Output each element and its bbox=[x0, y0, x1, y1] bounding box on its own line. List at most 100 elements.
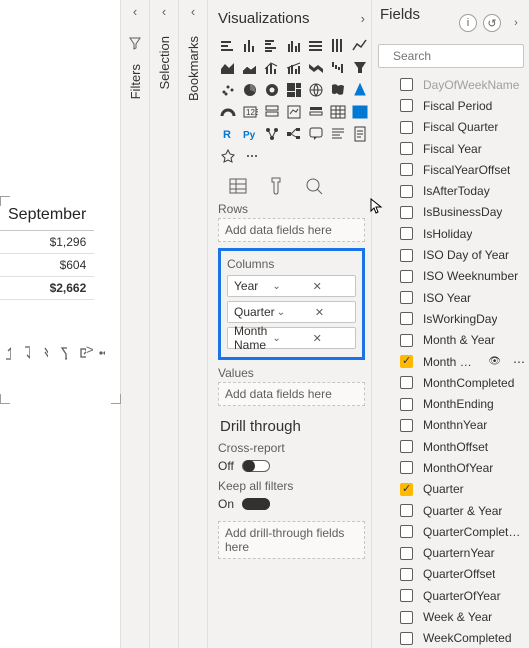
field-checkbox[interactable] bbox=[400, 568, 413, 581]
field-row[interactable]: FiscalYearOffset bbox=[372, 159, 529, 180]
column-header-month[interactable]: September bbox=[0, 200, 94, 230]
filter-icon[interactable] bbox=[60, 346, 67, 360]
field-row[interactable]: Fiscal Quarter bbox=[372, 117, 529, 138]
remove-icon[interactable]: ✕ bbox=[313, 306, 351, 319]
drill-through-well[interactable]: Add drill-through fields here bbox=[218, 521, 365, 559]
chevron-down-icon[interactable]: ⌄ bbox=[270, 281, 310, 292]
field-checkbox[interactable] bbox=[400, 312, 413, 325]
ribbon-chart-icon[interactable] bbox=[306, 58, 326, 78]
field-row[interactable]: ISO Year bbox=[372, 287, 529, 308]
hundred-stacked-column-icon[interactable] bbox=[328, 36, 348, 56]
chevron-down-icon[interactable]: ⌄ bbox=[275, 307, 313, 318]
field-row[interactable]: IsHoliday bbox=[372, 223, 529, 244]
field-row[interactable]: IsBusinessDay bbox=[372, 202, 529, 223]
field-checkbox[interactable] bbox=[400, 398, 413, 411]
field-checkbox[interactable] bbox=[400, 185, 413, 198]
table-row[interactable]: $604 bbox=[0, 254, 94, 277]
field-checkbox[interactable] bbox=[400, 163, 413, 176]
field-checkbox[interactable] bbox=[400, 206, 413, 219]
history-icon[interactable]: ↺ bbox=[483, 14, 501, 32]
chevron-right-icon[interactable]: › bbox=[361, 11, 365, 26]
more-icon[interactable]: ⋯ bbox=[513, 355, 525, 369]
field-checkbox[interactable] bbox=[400, 355, 413, 368]
rows-well[interactable]: Add data fields here bbox=[218, 218, 365, 242]
donut-icon[interactable] bbox=[262, 80, 282, 100]
field-row[interactable]: Fiscal Year bbox=[372, 138, 529, 159]
more-icon[interactable] bbox=[98, 346, 105, 360]
line-stacked-column-icon[interactable] bbox=[262, 58, 282, 78]
field-checkbox[interactable] bbox=[400, 376, 413, 389]
stacked-bar-icon[interactable] bbox=[218, 36, 238, 56]
multi-row-card-icon[interactable] bbox=[262, 102, 282, 122]
field-checkbox[interactable] bbox=[400, 78, 413, 91]
clustered-bar-icon[interactable] bbox=[262, 36, 282, 56]
field-checkbox[interactable] bbox=[400, 483, 413, 496]
field-checkbox[interactable] bbox=[400, 632, 413, 645]
field-row[interactable]: QuarterOffset bbox=[372, 564, 529, 585]
focus-icon[interactable] bbox=[79, 346, 86, 360]
field-row[interactable]: QuarterComplet… bbox=[372, 521, 529, 542]
field-row[interactable]: MonthCompleted bbox=[372, 372, 529, 393]
table-row[interactable]: $1,296 bbox=[0, 231, 94, 254]
chevron-down-icon[interactable]: ⌄ bbox=[270, 333, 310, 344]
filters-pane-collapsed[interactable]: ‹ Filters bbox=[121, 0, 150, 648]
field-checkbox[interactable] bbox=[400, 291, 413, 304]
field-checkbox[interactable] bbox=[400, 440, 413, 453]
selection-pane-collapsed[interactable]: ‹ Selection bbox=[150, 0, 179, 648]
field-checkbox[interactable] bbox=[400, 547, 413, 560]
field-row[interactable]: IsAfterToday bbox=[372, 180, 529, 201]
analytics-tab-icon[interactable] bbox=[304, 176, 324, 196]
gauge-icon[interactable] bbox=[218, 102, 238, 122]
keep-filters-toggle[interactable] bbox=[242, 498, 270, 510]
field-row[interactable]: Quarter & Year bbox=[372, 500, 529, 521]
card-icon[interactable]: 123 bbox=[240, 102, 260, 122]
format-tab-icon[interactable] bbox=[266, 176, 286, 196]
field-row[interactable]: WeekCompleted bbox=[372, 628, 529, 648]
field-checkbox[interactable] bbox=[400, 504, 413, 517]
field-checkbox[interactable] bbox=[400, 419, 413, 432]
field-row[interactable]: QuarterOfYear bbox=[372, 585, 529, 606]
slicer-icon[interactable] bbox=[306, 102, 326, 122]
search-input[interactable] bbox=[391, 48, 529, 64]
field-checkbox[interactable] bbox=[400, 589, 413, 602]
filled-map-icon[interactable] bbox=[328, 80, 348, 100]
drill-up-icon[interactable] bbox=[4, 346, 11, 360]
field-row[interactable]: IsWorkingDay bbox=[372, 308, 529, 329]
pie-icon[interactable] bbox=[240, 80, 260, 100]
remove-icon[interactable]: ✕ bbox=[311, 332, 351, 345]
more-options-icon[interactable] bbox=[242, 146, 262, 166]
decomposition-tree-icon[interactable] bbox=[284, 124, 304, 144]
azure-map-icon[interactable] bbox=[350, 80, 370, 100]
field-checkbox[interactable] bbox=[400, 142, 413, 155]
cross-report-toggle[interactable] bbox=[242, 460, 270, 472]
field-row[interactable]: ISO Day of Year bbox=[372, 244, 529, 265]
field-row[interactable]: MonthOffset bbox=[372, 436, 529, 457]
paginated-report-icon[interactable] bbox=[350, 124, 370, 144]
column-pill-quarter[interactable]: Quarter ⌄ ✕ bbox=[227, 301, 356, 323]
python-visual-icon[interactable]: Py bbox=[240, 124, 260, 144]
field-row[interactable]: DayOfWeekName bbox=[372, 74, 529, 95]
field-row[interactable]: Week & Year bbox=[372, 606, 529, 627]
line-chart-icon[interactable] bbox=[350, 36, 370, 56]
info-icon[interactable]: i bbox=[459, 14, 477, 32]
column-pill-monthname[interactable]: Month Name ⌄ ✕ bbox=[227, 327, 356, 349]
field-row[interactable]: Month & Year bbox=[372, 330, 529, 351]
fields-tab-icon[interactable] bbox=[228, 176, 248, 196]
clustered-column-icon[interactable] bbox=[284, 36, 304, 56]
remove-icon[interactable]: ✕ bbox=[311, 280, 351, 293]
bookmarks-pane-collapsed[interactable]: ‹ Bookmarks bbox=[179, 0, 208, 648]
table-icon[interactable] bbox=[328, 102, 348, 122]
area-chart-icon[interactable] bbox=[218, 58, 238, 78]
chevron-left-icon[interactable]: ‹ bbox=[179, 0, 207, 22]
field-checkbox[interactable] bbox=[400, 611, 413, 624]
field-checkbox[interactable] bbox=[400, 227, 413, 240]
stacked-area-icon[interactable] bbox=[240, 58, 260, 78]
treemap-icon[interactable] bbox=[284, 80, 304, 100]
r-visual-icon[interactable]: R bbox=[218, 124, 238, 144]
line-clustered-column-icon[interactable] bbox=[284, 58, 304, 78]
field-row[interactable]: QuarternYear bbox=[372, 543, 529, 564]
field-row[interactable]: MonthnYear bbox=[372, 415, 529, 436]
column-pill-year[interactable]: Year ⌄ ✕ bbox=[227, 275, 356, 297]
funnel-icon[interactable] bbox=[350, 58, 370, 78]
qa-visual-icon[interactable] bbox=[306, 124, 326, 144]
